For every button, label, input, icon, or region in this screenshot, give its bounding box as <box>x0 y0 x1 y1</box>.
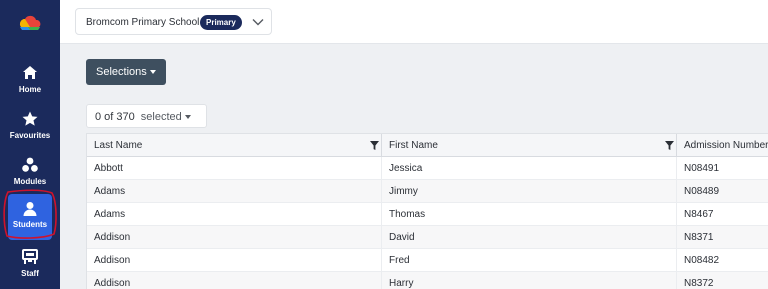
top-bar: Bromcom Primary School Primary <box>60 0 768 44</box>
student-icon <box>23 202 37 216</box>
sidebar-item-label: Favourites <box>9 131 51 140</box>
column-header-label: Last Name <box>94 140 143 151</box>
cell-last-name: Adams <box>87 203 382 226</box>
filter-icon[interactable] <box>370 141 379 150</box>
sidebar-item-label: Modules <box>13 177 47 186</box>
cell-first-name: Jessica <box>382 157 677 180</box>
table-row[interactable]: Addison Harry N8372 <box>87 272 768 289</box>
column-header-label: Admission Number <box>684 140 768 151</box>
students-table: Last Name First Name Admission Number Ab… <box>86 133 768 289</box>
table-header: Last Name First Name Admission Number <box>87 134 768 157</box>
table-row[interactable]: Abbott Jessica N08491 <box>87 157 768 180</box>
cell-last-name: Addison <box>87 249 382 272</box>
cell-first-name: Fred <box>382 249 677 272</box>
staff-icon <box>22 249 38 264</box>
cell-admission-number: N08491 <box>677 157 768 180</box>
sidebar: Home Favourites Modules Students Staff <box>0 0 60 289</box>
cell-last-name: Addison <box>87 226 382 249</box>
cell-admission-number: N8372 <box>677 272 768 289</box>
column-header-label: First Name <box>389 140 438 151</box>
chevron-down-icon <box>252 19 264 26</box>
bromcom-logo-icon[interactable] <box>18 14 42 32</box>
table-body: Abbott Jessica N08491 Adams Jimmy N08489 Adams… <box>87 157 768 289</box>
column-header-last-name[interactable]: Last Name <box>87 134 382 157</box>
school-selector[interactable]: Bromcom Primary School Primary <box>75 8 272 35</box>
selection-counter[interactable]: 0 of 370 selected <box>86 104 207 128</box>
sidebar-item-staff[interactable]: Staff <box>0 248 60 289</box>
cell-admission-number: N08482 <box>677 249 768 272</box>
selection-count: 0 of 370 <box>95 111 135 123</box>
star-icon <box>22 111 38 126</box>
sidebar-item-label: Home <box>18 85 42 94</box>
school-name: Bromcom Primary School <box>86 17 200 28</box>
cell-first-name: David <box>382 226 677 249</box>
sidebar-item-students[interactable]: Students <box>8 194 52 240</box>
column-header-admission-number[interactable]: Admission Number <box>677 134 768 157</box>
cell-admission-number: N8371 <box>677 226 768 249</box>
home-icon <box>23 66 37 79</box>
school-type-badge: Primary <box>200 15 242 30</box>
cell-last-name: Adams <box>87 180 382 203</box>
cell-first-name: Thomas <box>382 203 677 226</box>
sidebar-item-favourites[interactable]: Favourites <box>0 110 60 152</box>
sidebar-item-label: Students <box>12 220 48 229</box>
cell-first-name: Jimmy <box>382 180 677 203</box>
sidebar-item-label: Staff <box>21 269 39 278</box>
table-row[interactable]: Addison David N8371 <box>87 226 768 249</box>
table-row[interactable]: Addison Fred N08482 <box>87 249 768 272</box>
selected-dropdown[interactable]: selected <box>141 111 191 123</box>
modules-icon <box>22 157 38 172</box>
caret-down-icon <box>184 115 191 120</box>
caret-down-icon <box>149 70 156 75</box>
selections-button[interactable]: Selections <box>86 59 166 85</box>
cell-last-name: Abbott <box>87 157 382 180</box>
column-header-first-name[interactable]: First Name <box>382 134 677 157</box>
table-row[interactable]: Adams Jimmy N08489 <box>87 180 768 203</box>
selected-label: selected <box>140 111 182 123</box>
sidebar-item-home[interactable]: Home <box>0 64 60 106</box>
cell-last-name: Addison <box>87 272 382 289</box>
cell-first-name: Harry <box>382 272 677 289</box>
table-row[interactable]: Adams Thomas N8467 <box>87 203 768 226</box>
cell-admission-number: N08489 <box>677 180 768 203</box>
selections-label: Selections <box>96 66 147 78</box>
cell-admission-number: N8467 <box>677 203 768 226</box>
filter-icon[interactable] <box>665 141 674 150</box>
sidebar-item-modules[interactable]: Modules <box>0 156 60 198</box>
